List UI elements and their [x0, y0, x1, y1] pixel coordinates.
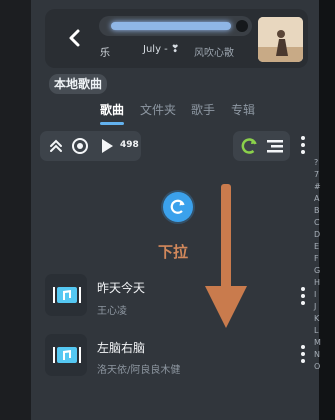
alpha-letter[interactable]: ? [314, 157, 322, 169]
refresh-spinner-icon [170, 199, 185, 214]
song-more-icon[interactable] [300, 345, 306, 365]
alpha-letter[interactable]: K [314, 313, 322, 325]
music-note-icon [53, 287, 81, 303]
alpha-letter[interactable]: O [314, 361, 322, 373]
app-screen: 乐 July - ❣ 风吹心散 本地歌曲 歌曲 文件夹 歌手 专辑 498 下拉… [0, 0, 335, 420]
music-note-icon [53, 347, 81, 363]
alpha-letter[interactable]: D [314, 229, 322, 241]
tab-albums[interactable]: 专辑 [231, 101, 255, 118]
locate-current-icon[interactable] [71, 137, 89, 155]
tab-songs[interactable]: 歌曲 [100, 101, 124, 118]
back-arrow-icon[interactable] [64, 27, 86, 49]
alpha-letter[interactable]: B [314, 205, 322, 217]
pull-refresh-indicator [163, 192, 193, 222]
song-thumbnail[interactable] [45, 334, 87, 376]
pull-arrow-head-icon [205, 286, 247, 328]
ticker-left: 乐 [100, 48, 110, 59]
song-title[interactable]: 左脑右脑 [97, 339, 145, 356]
ticker-next-song: 风吹心散 [194, 48, 234, 59]
ticker-current-song: July - ❣ [143, 44, 180, 55]
alpha-letter[interactable]: 7 [314, 169, 322, 181]
album-cover[interactable] [258, 17, 303, 62]
alpha-letter[interactable]: M [314, 337, 322, 349]
tab-folders[interactable]: 文件夹 [140, 101, 176, 118]
sort-list-icon[interactable] [266, 137, 284, 155]
alpha-letter[interactable]: A [314, 193, 322, 205]
cover-art-icon [258, 17, 303, 62]
alpha-letter[interactable]: C [314, 217, 322, 229]
song-thumbnail[interactable] [45, 274, 87, 316]
pull-arrow-shaft [221, 184, 231, 291]
alpha-letter[interactable]: J [314, 301, 322, 313]
pull-down-label: 下拉 [158, 243, 189, 261]
playback-progress-pill[interactable] [99, 16, 252, 36]
alpha-letter[interactable]: I [314, 289, 322, 301]
play-all-icon[interactable] [98, 137, 116, 155]
song-count: 498 [120, 140, 139, 150]
alphabet-index[interactable]: ? 7 # A B C D E F G H I J K L M N O [314, 157, 322, 373]
double-chevron-up-icon[interactable] [48, 138, 64, 154]
song-title[interactable]: 昨天今天 [97, 279, 145, 296]
alpha-letter[interactable]: F [314, 253, 322, 265]
progress-fill [111, 22, 231, 30]
alpha-letter[interactable]: N [314, 349, 322, 361]
progress-handle[interactable] [236, 20, 248, 32]
active-tab-indicator [100, 122, 124, 125]
song-artist: 王心凌 [97, 306, 127, 317]
more-options-icon[interactable] [300, 136, 306, 156]
alpha-letter[interactable]: G [314, 265, 322, 277]
song-artist: 洛天依/阿良良木健 [97, 365, 181, 376]
alpha-letter[interactable]: E [314, 241, 322, 253]
alpha-letter[interactable]: L [314, 325, 322, 337]
refresh-icon[interactable] [240, 136, 260, 156]
alpha-letter[interactable]: H [314, 277, 322, 289]
song-more-icon[interactable] [300, 287, 306, 307]
alpha-letter[interactable]: # [314, 181, 322, 193]
tab-artists[interactable]: 歌手 [191, 101, 215, 118]
section-title: 本地歌曲 [49, 74, 108, 94]
